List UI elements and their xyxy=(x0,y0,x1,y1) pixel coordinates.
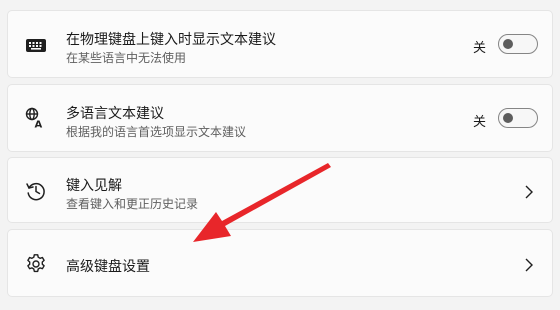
keyboard-icon xyxy=(25,34,47,56)
svg-text:A: A xyxy=(35,120,43,130)
setting-physical-keyboard-suggestions[interactable]: 在物理键盘上键入时显示文本建议 在某些语言中无法使用 关 xyxy=(7,10,553,78)
setting-title: 键入见解 xyxy=(66,178,122,194)
physical-keyboard-suggestions-toggle[interactable] xyxy=(498,34,538,54)
setting-title: 多语言文本建议 xyxy=(66,106,164,122)
toggle-state-label: 关 xyxy=(472,41,486,56)
setting-subtitle: 在某些语言中无法使用 xyxy=(66,51,187,65)
setting-title: 在物理键盘上键入时显示文本建议 xyxy=(66,32,276,48)
setting-advanced-keyboard[interactable]: 高级键盘设置 xyxy=(7,229,553,297)
toggle-knob xyxy=(503,113,513,123)
chevron-right-icon xyxy=(524,257,534,272)
history-icon xyxy=(25,180,47,202)
setting-typing-insights[interactable]: 键入见解 查看键入和更正历史记录 xyxy=(7,157,553,223)
language-icon: A xyxy=(25,107,47,129)
chevron-right-icon xyxy=(524,184,534,199)
setting-subtitle: 根据我的语言首选项显示文本建议 xyxy=(66,125,247,139)
toggle-state-label: 关 xyxy=(472,115,486,130)
gear-icon xyxy=(25,253,47,275)
multilingual-suggestions-toggle[interactable] xyxy=(498,108,538,128)
setting-multilingual-suggestions[interactable]: A 多语言文本建议 根据我的语言首选项显示文本建议 关 xyxy=(7,84,553,152)
setting-subtitle: 查看键入和更正历史记录 xyxy=(66,197,199,211)
toggle-knob xyxy=(503,39,513,49)
setting-title: 高级键盘设置 xyxy=(66,259,150,275)
